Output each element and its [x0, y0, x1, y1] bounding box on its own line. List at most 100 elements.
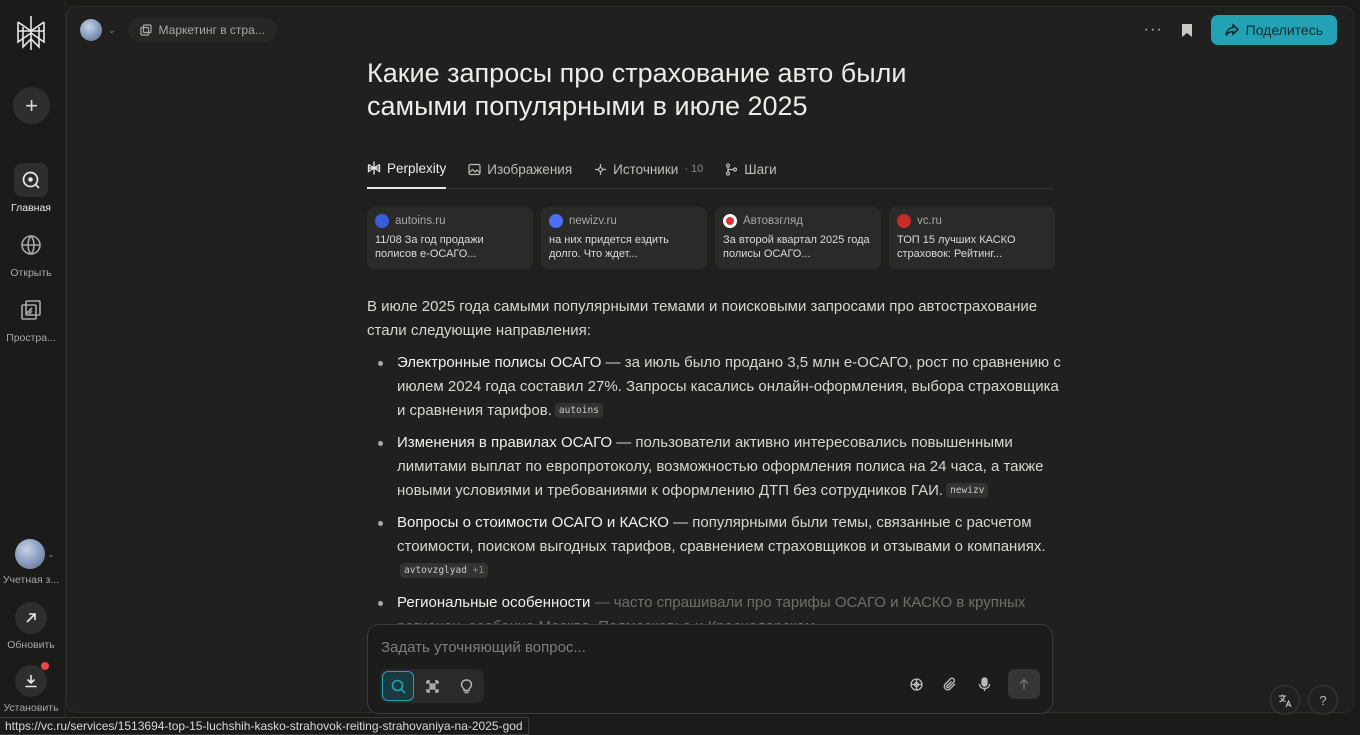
source-card[interactable]: Автовзгляд За второй квартал 2025 года п… — [715, 207, 881, 269]
sidebar: + Главная Открыть Простра... ⌄ Учетная з… — [0, 0, 66, 735]
input-tools — [906, 669, 1040, 699]
source-card[interactable]: vc.ru ТОП 15 лучших КАСКО страховок: Рей… — [889, 207, 1055, 269]
thread-tabs: Perplexity Изображения Источники · 10 Ша… — [367, 153, 1053, 189]
tab-label: Perplexity — [387, 160, 447, 176]
topbar-left: ⌄ Маркетинг в стра... — [80, 18, 277, 42]
share-icon — [1224, 23, 1239, 36]
source-snippet: За второй квартал 2025 года полисы ОСАГО… — [723, 234, 870, 260]
share-label: Поделитесь — [1245, 22, 1323, 38]
microphone-icon — [978, 676, 990, 691]
tab-label: Шаги — [744, 161, 777, 177]
translate-icon — [1278, 694, 1292, 707]
nav-home[interactable]: Главная — [0, 163, 62, 214]
space-breadcrumb[interactable]: Маркетинг в стра... — [127, 18, 277, 42]
chevron-down-icon[interactable]: ⌄ — [108, 25, 116, 36]
account-label: Учетная з... — [2, 574, 60, 586]
attach-button[interactable] — [940, 669, 960, 699]
newizv-favicon-icon — [549, 214, 563, 228]
bullet-heading: Вопросы о стоимости ОСАГО и КАСКО — [397, 514, 669, 531]
share-button[interactable]: Поделитесь — [1210, 15, 1337, 45]
perplexity-icon — [367, 161, 381, 175]
language-model-button[interactable] — [906, 669, 926, 699]
space-icon — [139, 24, 152, 36]
follow-up-input[interactable] — [381, 637, 981, 657]
upgrade-button[interactable]: Обновить — [0, 602, 62, 651]
tab-sources[interactable]: Источники · 10 — [594, 153, 703, 189]
discover-icon — [14, 228, 48, 262]
spaces-icon — [14, 293, 48, 327]
bullet-heading: Электронные полисы ОСАГО — [397, 354, 602, 371]
source-site: vc.ru — [917, 215, 942, 227]
answer-list: Электронные полисы ОСАГО — за июль было … — [367, 351, 1067, 639]
research-mode-button[interactable] — [416, 671, 448, 701]
submit-button[interactable] — [1008, 669, 1040, 699]
account-avatar — [15, 539, 46, 569]
space-label: Маркетинг в стра... — [158, 23, 265, 37]
upgrade-label: Обновить — [7, 639, 55, 651]
account-button[interactable]: ⌄ Учетная з... — [0, 539, 62, 586]
download-icon — [15, 662, 49, 697]
tab-perplexity[interactable]: Perplexity — [367, 153, 447, 189]
search-icon — [391, 679, 406, 694]
more-options-icon[interactable]: ··· — [1144, 21, 1163, 39]
page-title: Какие запросы про страхование авто были … — [367, 58, 907, 121]
translate-button[interactable] — [1270, 685, 1300, 715]
nav-discover-label: Открыть — [10, 267, 52, 279]
citation-label: avtovzglyad — [404, 565, 467, 576]
tab-label: Изображения — [487, 161, 573, 177]
bullet-heading: Региональные особенности — [397, 594, 591, 611]
install-button[interactable]: Установить — [0, 662, 62, 714]
sources-row: autoins.ru 11/08 За год продажи полисов … — [367, 207, 1055, 269]
citation-badge[interactable]: avtovzglyad +1 — [400, 563, 489, 578]
answer-intro: В июле 2025 года самыми популярными тема… — [367, 298, 1038, 339]
nav-home-label: Главная — [11, 202, 51, 214]
follow-up-box — [367, 624, 1053, 714]
lightbulb-icon — [460, 678, 472, 693]
bookmark-icon[interactable] — [1181, 23, 1193, 38]
tab-label: Источники — [613, 161, 679, 177]
nav-spaces[interactable]: Простра... — [0, 293, 62, 344]
nav-spaces-label: Простра... — [6, 332, 56, 344]
source-snippet: на них придется ездить долго. Что ждет..… — [549, 234, 669, 260]
labs-mode-button[interactable] — [450, 671, 482, 701]
arrow-up-icon — [1019, 678, 1029, 689]
topbar-right: ··· Поделитесь — [1144, 15, 1337, 45]
status-url: https://vc.ru/services/1513694-top-15-lu… — [0, 717, 529, 735]
answer-body: В июле 2025 года самыми популярными тема… — [367, 295, 1067, 647]
source-snippet: ТОП 15 лучших КАСКО страховок: Рейтинг..… — [897, 234, 1016, 260]
user-avatar[interactable] — [80, 19, 102, 41]
thread-content: Какие запросы про страхование авто были … — [367, 57, 1061, 635]
source-card[interactable]: autoins.ru 11/08 За год продажи полисов … — [367, 207, 533, 269]
search-mode-selector — [380, 669, 484, 703]
citation-badge[interactable]: newizv — [946, 483, 989, 498]
tab-steps[interactable]: Шаги — [725, 153, 777, 189]
sources-icon — [595, 163, 607, 175]
nav-discover[interactable]: Открыть — [0, 228, 62, 279]
source-site: Автовзгляд — [743, 215, 803, 227]
bullet-heading: Изменения в правилах ОСАГО — [397, 434, 613, 451]
source-card[interactable]: newizv.ru на них придется ездить долго. … — [541, 207, 707, 269]
image-icon — [468, 163, 481, 175]
perplexity-logo-icon[interactable] — [14, 14, 48, 52]
chevron-down-icon: ⌄ — [47, 548, 55, 559]
citation-badge[interactable]: autoins — [554, 403, 603, 418]
avtovzglyad-favicon-icon — [723, 214, 737, 228]
tab-count: · 10 — [684, 163, 704, 175]
tab-images[interactable]: Изображения — [468, 153, 572, 189]
chip-icon — [909, 677, 923, 691]
main-panel: ⌄ Маркетинг в стра... ··· Поделитесь Как… — [66, 6, 1354, 715]
notification-dot — [41, 662, 49, 670]
source-snippet: 11/08 За год продажи полисов е-ОСАГО... — [375, 234, 484, 260]
autoins-favicon-icon — [375, 214, 389, 228]
list-item: Изменения в правилах ОСАГО — пользовател… — [367, 431, 1067, 503]
voice-input-button[interactable] — [974, 669, 994, 699]
list-item: Вопросы о стоимости ОСАГО и КАСКО — попу… — [367, 511, 1067, 583]
help-button[interactable]: ? — [1308, 685, 1338, 715]
help-icon: ? — [1319, 692, 1327, 708]
new-thread-button[interactable]: + — [13, 87, 50, 124]
search-mode-button[interactable] — [382, 671, 414, 701]
paperclip-icon — [943, 677, 955, 691]
research-icon — [425, 679, 439, 693]
citation-extra: +1 — [472, 565, 485, 576]
citation-label: autoins — [558, 405, 599, 416]
